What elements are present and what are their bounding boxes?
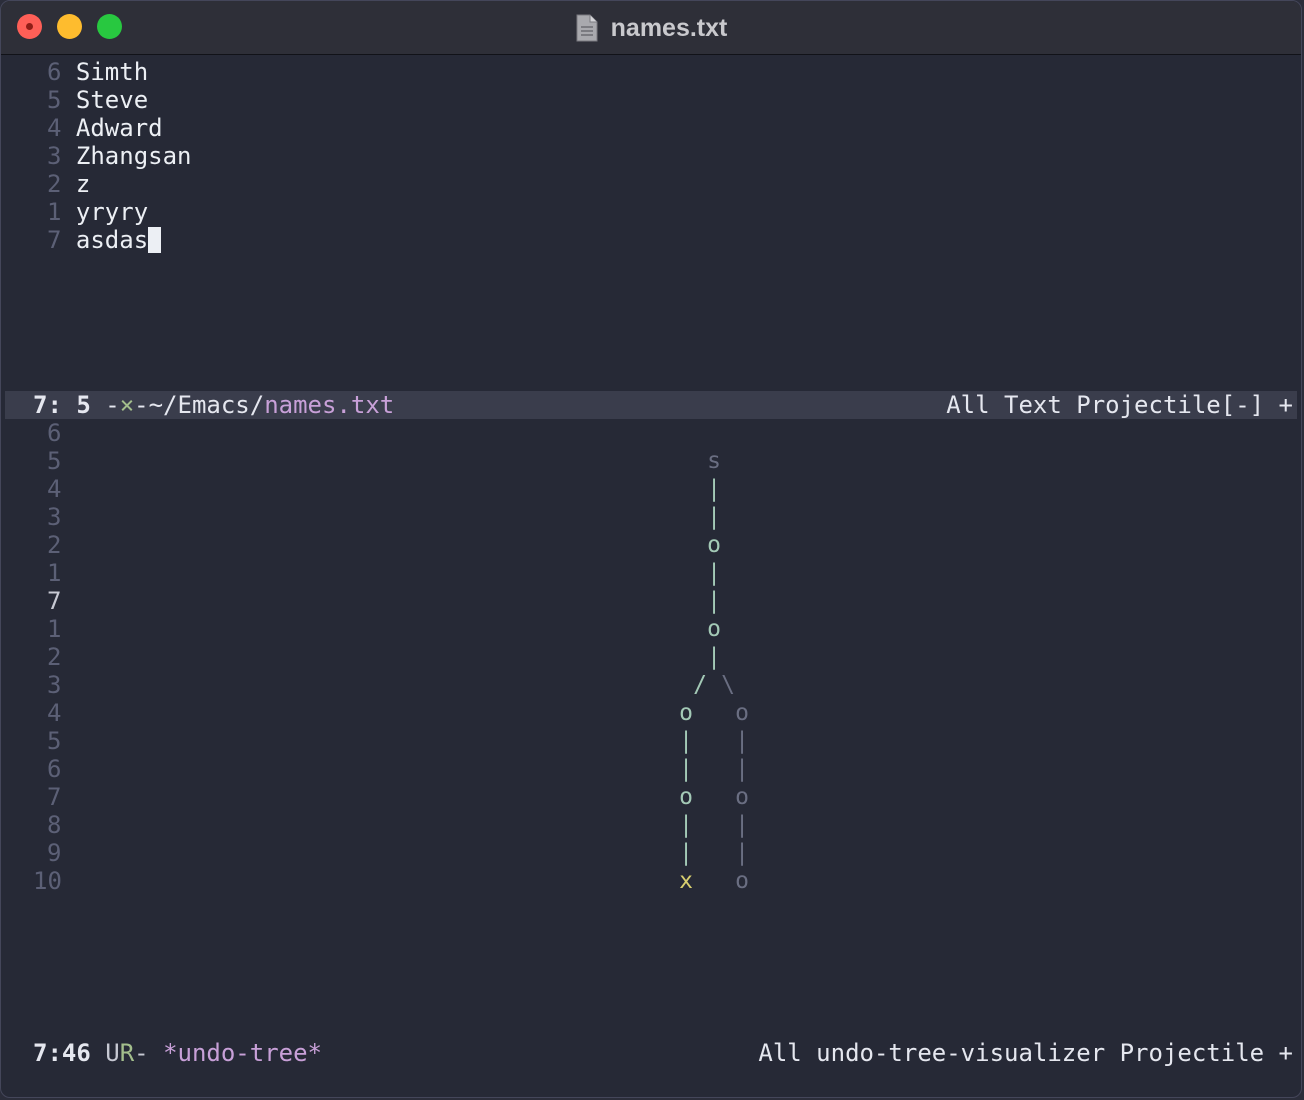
undo-tree-edge: | <box>735 840 749 866</box>
line-number: 3 <box>47 503 62 531</box>
line-number: 3 <box>47 142 62 170</box>
modeline-modes[interactable]: All Text Projectile[-] + <box>946 391 1293 419</box>
undo-tree-node[interactable]: o <box>732 867 752 895</box>
undo-tree-edge: | <box>679 756 693 782</box>
undo-tree-node[interactable]: o <box>732 783 752 811</box>
undo-tree-edge: | <box>679 840 693 866</box>
line-number: 5 <box>47 86 62 114</box>
line-number: 4 <box>47 114 62 142</box>
modeline-modes[interactable]: All undo-tree-visualizer Projectile + <box>758 1039 1293 1067</box>
undo-tree-current-node[interactable]: x <box>676 867 696 895</box>
file-directory: ~/Emacs/ <box>148 391 265 419</box>
buffer-line[interactable]: 4 Adward <box>47 114 163 142</box>
line-number: 10 <box>33 867 62 895</box>
line-number: 9 <box>47 839 62 867</box>
line-text[interactable]: z <box>76 170 90 198</box>
line-number: 1 <box>47 615 62 643</box>
window-title-group: names.txt <box>1 1 1301 55</box>
undo-tree-branch: / <box>693 672 707 698</box>
modeline-undo-tree: 7:46 UR- *undo-tree* All undo-tree-visua… <box>5 1039 1297 1067</box>
buffer-line[interactable]: 3 Zhangsan <box>47 142 192 170</box>
line-number: 7 <box>47 783 62 811</box>
undo-tree-node[interactable]: o <box>676 699 696 727</box>
undo-tree-edge: | <box>735 812 749 838</box>
line-number: 5 <box>47 447 62 475</box>
line-number: 4 <box>47 475 62 503</box>
line-text[interactable]: Simth <box>76 58 148 86</box>
line-number: 1 <box>47 559 62 587</box>
line-text[interactable]: Zhangsan <box>76 142 192 170</box>
undo-tree-edge: | <box>707 560 721 586</box>
window-title: names.txt <box>610 13 728 42</box>
line-text[interactable]: Adward <box>76 114 163 142</box>
title-bar: names.txt <box>1 1 1301 55</box>
line-number: 7 <box>47 587 62 615</box>
buffer-flag-r: R <box>119 1039 135 1067</box>
buffer-line[interactable]: 2 z <box>47 170 90 198</box>
line-number: 8 <box>47 811 62 839</box>
buffer-flag-dash: - <box>134 1039 149 1067</box>
modeline-separator: - <box>90 391 120 419</box>
undo-tree-edge: | <box>707 476 721 502</box>
modeline-left: 7: 5 -×-~/Emacs/names.txt <box>33 391 394 419</box>
undo-tree-branch: \ <box>721 672 735 698</box>
line-number: 2 <box>47 643 62 671</box>
line-number: 2 <box>47 170 62 198</box>
document-icon <box>575 14 599 42</box>
undo-tree-edge: | <box>679 812 693 838</box>
emacs-window: names.txt 6 Simth 5 Steve 4 Adward 3 Zhangs… <box>0 0 1302 1098</box>
line-number: 5 <box>47 727 62 755</box>
undo-tree-edge: | <box>707 504 721 530</box>
modeline-left: 7:46 UR- *undo-tree* <box>33 1039 322 1067</box>
line-number: 6 <box>47 58 62 86</box>
undo-tree-edge: | <box>735 728 749 754</box>
buffer-flag-u: U <box>90 1039 120 1067</box>
undo-tree-root[interactable]: s <box>704 447 724 475</box>
buffer-line[interactable]: 7 asdas <box>47 226 162 254</box>
line-number: 3 <box>47 671 62 699</box>
undo-tree-node[interactable]: o <box>676 783 696 811</box>
line-text[interactable]: Steve <box>76 86 148 114</box>
cursor-position: 7:46 <box>33 1039 91 1067</box>
line-number: 2 <box>47 531 62 559</box>
line-text[interactable]: asdas <box>76 226 148 254</box>
undo-tree-edge: | <box>735 756 749 782</box>
modeline-names-txt: 7: 5 -×-~/Emacs/names.txt All Text Proje… <box>5 391 1297 419</box>
undo-tree-edge: | <box>707 644 721 670</box>
buffer-line[interactable]: 6 Simth <box>47 58 148 86</box>
modeline-separator: - <box>134 391 149 419</box>
undo-tree-node[interactable]: o <box>704 615 724 643</box>
line-number: 7 <box>47 226 62 254</box>
file-name[interactable]: names.txt <box>264 391 394 419</box>
line-number: 6 <box>47 755 62 783</box>
buffer-name[interactable]: *undo-tree* <box>163 1039 322 1067</box>
undo-tree-edge: | <box>679 728 693 754</box>
line-text[interactable]: yryry <box>76 198 148 226</box>
undo-tree-edge: | <box>707 588 721 614</box>
undo-tree-node[interactable]: o <box>704 531 724 559</box>
buffer-line[interactable]: 1 yryry <box>47 198 148 226</box>
line-number: 1 <box>47 198 62 226</box>
text-cursor <box>148 227 162 253</box>
buffer-line[interactable]: 5 Steve <box>47 86 148 114</box>
line-number: 4 <box>47 699 62 727</box>
modified-indicator: × <box>119 391 135 419</box>
undo-tree-node[interactable]: o <box>732 699 752 727</box>
line-number: 6 <box>47 419 62 447</box>
cursor-position: 7: 5 <box>33 391 91 419</box>
